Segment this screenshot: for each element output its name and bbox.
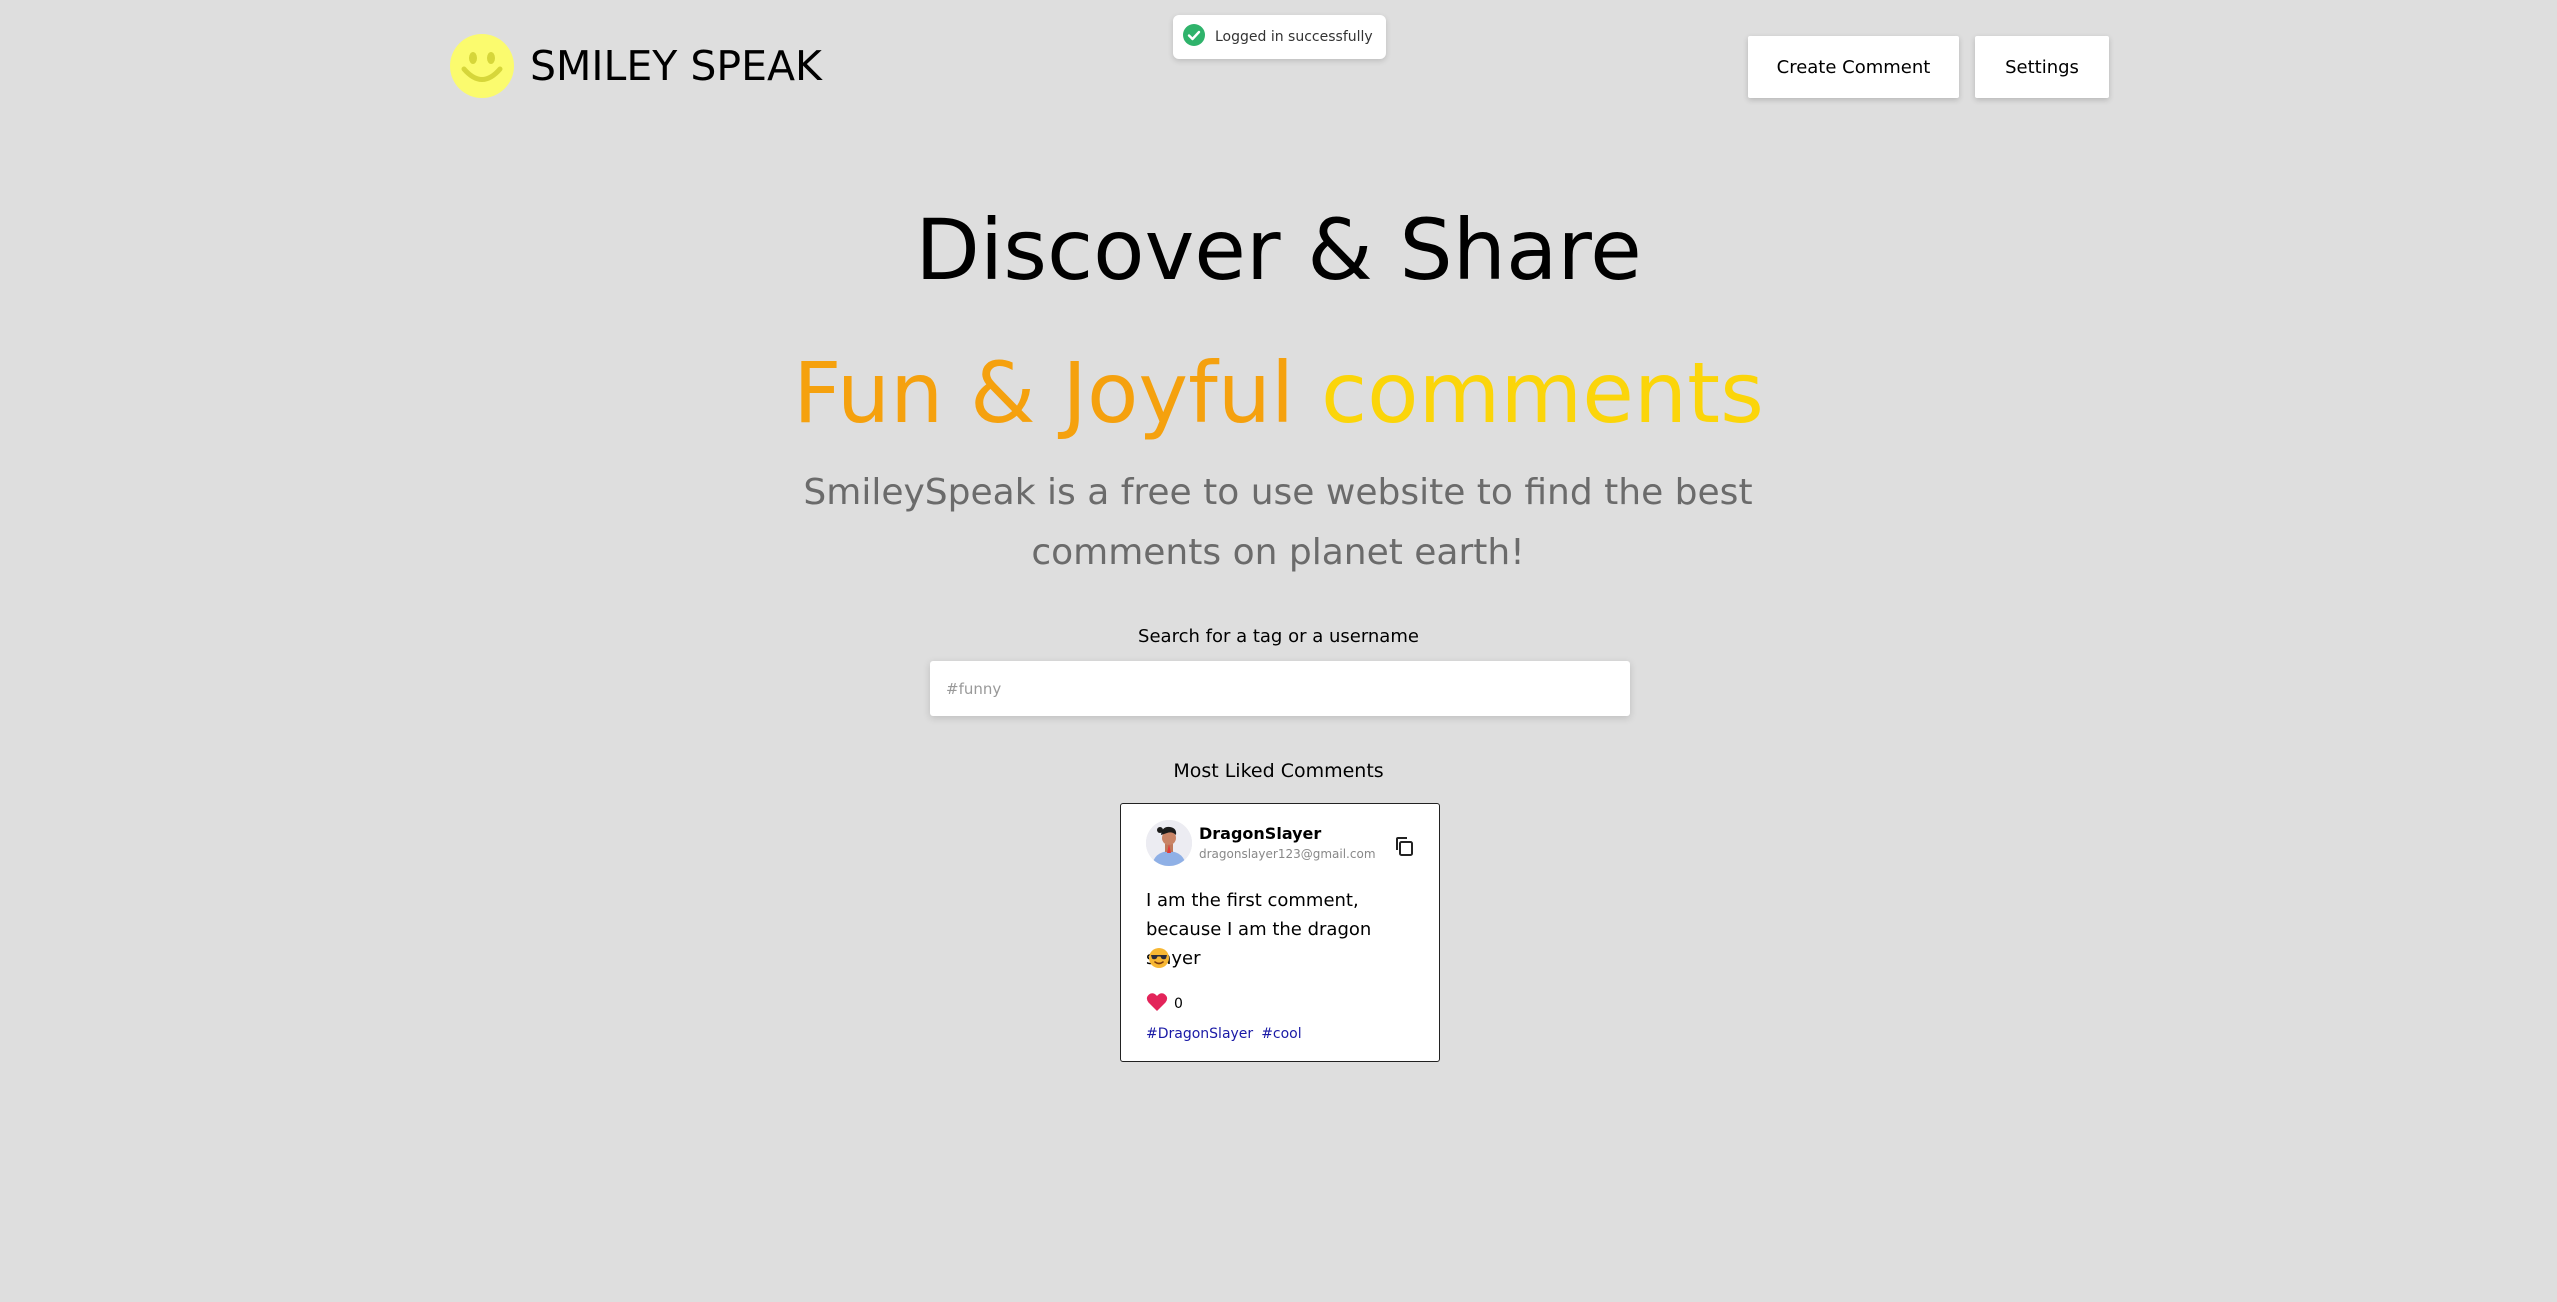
logo[interactable]: SMILEY SPEAK (450, 34, 822, 98)
create-comment-button[interactable]: Create Comment (1748, 36, 1959, 98)
sunglasses-emoji-icon (1148, 947, 1170, 973)
comment-card: DragonSlayer dragonslayer123@gmail.com I… (1120, 803, 1440, 1062)
avatar (1146, 820, 1192, 866)
logo-text: SMILEY SPEAK (530, 41, 822, 90)
settings-button[interactable]: Settings (1975, 36, 2109, 98)
hero-description: SmileySpeak is a free to use website to … (803, 472, 1753, 573)
tag-cool[interactable]: #cool (1261, 1026, 1301, 1042)
comment-author: DragonSlayer dragonslayer123@gmail.com (1146, 820, 1376, 866)
toast-message: Logged in successfully (1215, 29, 1373, 45)
tag-dragonslayer[interactable]: #DragonSlayer (1146, 1026, 1253, 1042)
hero-title: Discover & Share (915, 201, 1642, 299)
login-toast: Logged in successfully (1173, 15, 1386, 59)
likes-count: 0 (1174, 996, 1183, 1012)
heart-icon[interactable] (1146, 992, 1168, 1016)
likes: 0 (1146, 992, 1183, 1016)
copy-icon[interactable] (1392, 834, 1416, 862)
comment-email: dragonslayer123@gmail.com (1199, 847, 1376, 861)
smiley-face-icon (450, 34, 514, 98)
search-label: Search for a tag or a username (1138, 626, 1419, 647)
most-liked-title: Most Liked Comments (1173, 760, 1384, 782)
comment-username[interactable]: DragonSlayer (1199, 823, 1376, 845)
comment-tags: #DragonSlayer #cool (1146, 1026, 1302, 1042)
hero-subtitle: Fun & Joyful comments (0, 343, 2557, 443)
hero-subtitle-part1: Fun & Joyful (793, 344, 1295, 442)
search-input[interactable] (930, 661, 1630, 716)
check-circle-icon (1183, 24, 1205, 50)
comment-text: I am the first comment, because I am the… (1146, 890, 1372, 969)
hero-subtitle-part2: comments (1320, 344, 1764, 442)
